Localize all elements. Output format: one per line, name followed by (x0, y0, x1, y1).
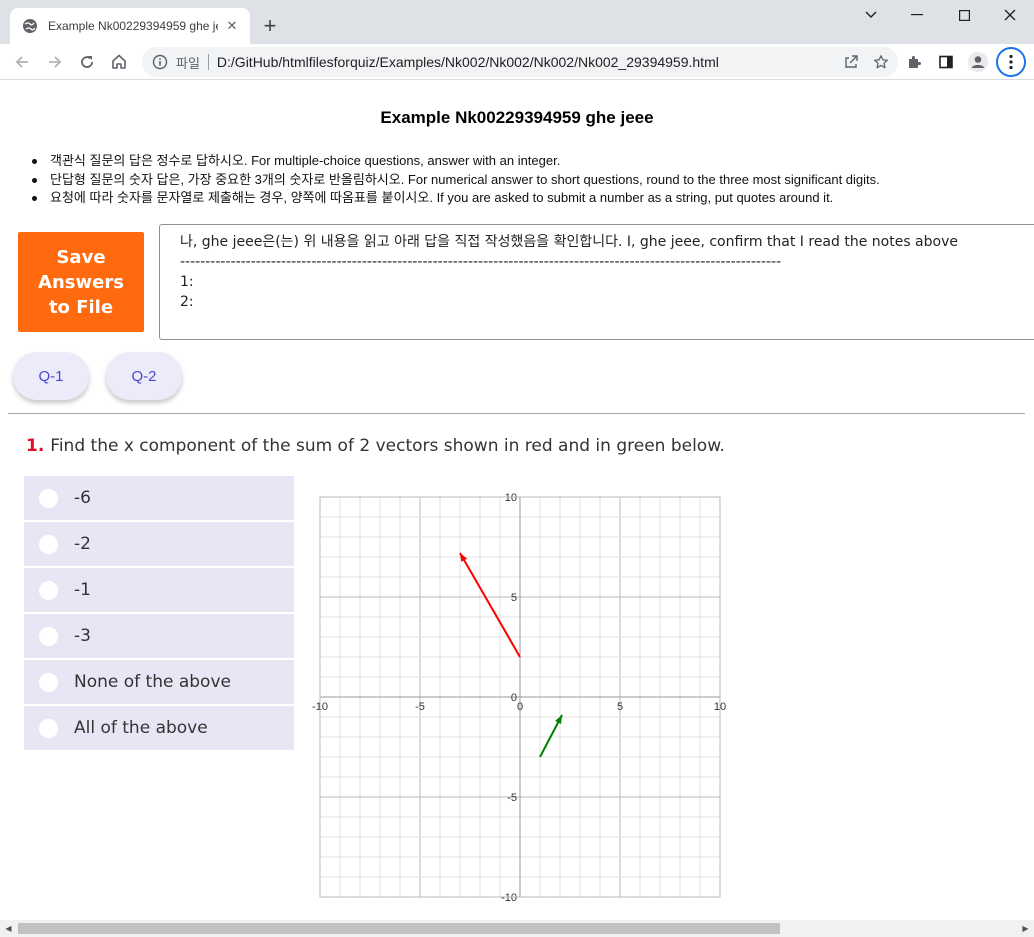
vector-arrowhead (555, 715, 562, 724)
address-bar[interactable]: 파일 D:/GitHub/htmlfilesforquiz/Examples/N… (142, 47, 898, 77)
bookmark-star-icon[interactable] (868, 49, 894, 75)
save-answers-label: Save Answers to File (38, 246, 124, 318)
y-tick-label: 5 (511, 592, 517, 604)
menu-dots-icon[interactable] (996, 47, 1026, 77)
radio-button[interactable] (39, 626, 58, 646)
question-1-button[interactable]: Q-1 (13, 352, 89, 400)
browser-toolbar: 파일 D:/GitHub/htmlfilesforquiz/Examples/N… (0, 44, 1034, 80)
instruction-item: 객관식 질문의 답은 정수로 답하시오. For multiple-choice… (30, 152, 1030, 171)
question-text: 1. Find the x component of the sum of 2 v… (26, 436, 725, 456)
question-2-button[interactable]: Q-2 (106, 352, 182, 400)
url-text[interactable]: D:/GitHub/htmlfilesforquiz/Examples/Nk00… (217, 54, 838, 70)
question-body: Find the x component of the sum of 2 vec… (50, 436, 725, 456)
window-close-icon[interactable] (987, 0, 1033, 30)
y-tick-label: -10 (501, 892, 517, 904)
choice-option[interactable]: -6 (24, 476, 294, 520)
forward-arrow-icon[interactable] (41, 48, 69, 76)
choice-label: -2 (74, 534, 91, 554)
choice-option[interactable]: All of the above (24, 706, 294, 750)
answer-choices: -6 -2 -1 -3 None of the above All of the… (24, 476, 294, 752)
info-icon[interactable] (152, 54, 168, 70)
side-panel-icon[interactable] (932, 48, 960, 76)
choice-label: -3 (74, 626, 91, 646)
vector-graph: -10 -5 0 5 101050-5-10 (312, 492, 726, 904)
tab-search-icon[interactable] (848, 0, 894, 30)
radio-button[interactable] (39, 580, 58, 600)
choice-label: -1 (74, 580, 91, 600)
new-tab-button[interactable]: + (258, 13, 282, 38)
question-number: 1. (26, 436, 45, 456)
radio-button[interactable] (39, 718, 58, 738)
instructions-list: 객관식 질문의 답은 정수로 답하시오. For multiple-choice… (30, 152, 1030, 208)
tab-close-icon[interactable]: ✕ (224, 18, 240, 34)
reload-icon[interactable] (73, 48, 101, 76)
y-tick-label: -5 (507, 792, 517, 804)
answers-textarea[interactable]: 나, ghe jeee은(는) 위 내용을 읽고 아래 답을 직접 작성했음을 … (159, 224, 1034, 340)
profile-avatar-icon[interactable] (964, 48, 992, 76)
browser-tab[interactable]: Example Nk00229394959 ghe jeee ✕ (10, 8, 250, 44)
choice-option[interactable]: -2 (24, 522, 294, 566)
divider-line (8, 413, 1025, 414)
maximize-icon[interactable] (941, 0, 987, 30)
page-title: Example Nk00229394959 ghe jeee (380, 108, 654, 127)
x-tick-label: -5 (415, 701, 425, 713)
scrollbar-thumb[interactable] (18, 923, 780, 934)
scroll-right-arrow-icon[interactable]: ▶ (1017, 920, 1034, 937)
horizontal-scrollbar[interactable]: ◀ ▶ (0, 920, 1034, 937)
scheme-label: 파일 (176, 55, 200, 71)
x-tick-label: 5 (617, 701, 623, 713)
browser-tab-strip: Example Nk00229394959 ghe jeee ✕ + (0, 0, 1034, 44)
radio-button[interactable] (39, 672, 58, 692)
save-answers-button[interactable]: Save Answers to File (18, 232, 144, 332)
choice-label: None of the above (74, 672, 231, 692)
choice-option[interactable]: -1 (24, 568, 294, 612)
y-tick-label: 10 (505, 492, 517, 504)
x-tick-label: 0 (517, 701, 523, 713)
tab-title: Example Nk00229394959 ghe jeee (48, 19, 218, 33)
choice-option[interactable]: -3 (24, 614, 294, 658)
choice-option[interactable]: None of the above (24, 660, 294, 704)
choice-label: All of the above (74, 718, 208, 738)
radio-button[interactable] (39, 488, 58, 508)
y-tick-label: 0 (511, 692, 517, 704)
radio-button[interactable] (39, 534, 58, 554)
home-icon[interactable] (105, 48, 133, 76)
instruction-item: 요청에 따라 숫자를 문자열로 제출해는 경우, 양쪽에 따옴표를 붙이시오. … (30, 189, 1030, 208)
minimize-icon[interactable] (894, 0, 940, 30)
choice-label: -6 (74, 488, 91, 508)
extensions-puzzle-icon[interactable] (900, 48, 928, 76)
scroll-left-arrow-icon[interactable]: ◀ (0, 920, 17, 937)
globe-icon (23, 19, 37, 33)
back-arrow-icon[interactable] (8, 48, 36, 76)
vector-line (459, 552, 521, 658)
instruction-item: 단답형 질문의 숫자 답은, 가장 중요한 3개의 숫자로 반올림하시오. Fo… (30, 171, 1030, 190)
share-icon[interactable] (838, 49, 864, 75)
divider (207, 54, 209, 70)
